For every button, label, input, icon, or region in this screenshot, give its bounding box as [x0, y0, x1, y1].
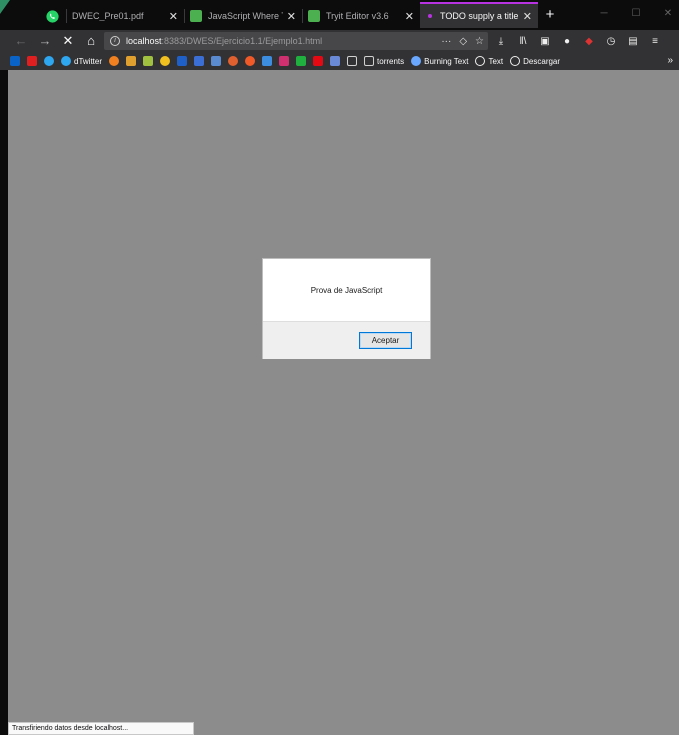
sidebar-icon[interactable]: ▣ — [538, 36, 552, 47]
n-app-icon[interactable] — [177, 56, 188, 66]
downloads-icon[interactable]: ⤓ — [494, 36, 508, 47]
tab-title: TODO supply a title — [440, 11, 519, 21]
close-icon[interactable]: ✕ — [523, 10, 532, 23]
outlook-icon[interactable] — [10, 56, 20, 66]
yellow-app-icon[interactable] — [160, 56, 171, 66]
history-icon[interactable]: ◷ — [604, 36, 618, 47]
url-host: localhost — [126, 36, 162, 46]
home-button[interactable]: ⌂ — [82, 32, 100, 50]
forward-button[interactable]: → — [36, 32, 54, 50]
pink-app-icon[interactable] — [279, 56, 290, 66]
whatsapp-icon — [45, 9, 59, 23]
bookmark-label: dTwitter — [74, 56, 103, 66]
tab-todo-active[interactable]: TODO supply a title ✕ — [420, 2, 538, 28]
w3schools-icon — [190, 10, 202, 22]
library-icon[interactable]: ‖\ — [516, 36, 530, 47]
url-path: :8383/DWES/Ejercicio1.1/Ejemplo1.html — [161, 36, 323, 46]
account-icon[interactable]: ● — [560, 36, 574, 47]
address-bar[interactable]: i localhost:8383/DWES/Ejercicio1.1/Ejemp… — [104, 32, 488, 50]
tab-tryit-editor[interactable]: Tryit Editor v3.6 ✕ — [302, 4, 420, 28]
tab-whatsapp[interactable] — [38, 4, 66, 28]
bookmark-burning-text[interactable]: Burning Text — [411, 56, 468, 66]
bookmarks-toolbar: dTwitter torrents Burning Text Text Desc… — [0, 52, 679, 70]
pocket-icon[interactable]: ◇ — [459, 36, 467, 47]
orange-circle-icon[interactable] — [245, 56, 256, 66]
corner-decoration — [0, 0, 10, 14]
bookmark-label: Descargar — [523, 56, 561, 66]
alert-message: Prova de JavaScript — [310, 285, 383, 295]
bookmark-label: Burning Text — [424, 56, 469, 66]
netflix-icon[interactable] — [313, 56, 324, 66]
orange-icon[interactable] — [109, 56, 120, 66]
bookmark-descargar[interactable]: Descargar — [510, 56, 560, 66]
page-actions-icon[interactable]: ··· — [441, 36, 451, 47]
site-info-icon[interactable]: i — [110, 36, 120, 46]
edit-app-icon[interactable] — [211, 56, 222, 66]
youtube-icon[interactable] — [27, 56, 37, 66]
github-icon — [61, 56, 71, 66]
bookmark-text[interactable]: Text — [475, 56, 503, 66]
tab-title: JavaScript Where To — [208, 11, 283, 21]
blue-app-icon[interactable] — [262, 56, 273, 66]
window-edge — [0, 70, 8, 735]
doc-app-icon[interactable] — [194, 56, 205, 66]
chevron-right-icon[interactable]: » — [667, 52, 673, 70]
bookmark-label: torrents — [377, 56, 405, 66]
close-icon[interactable]: ✕ — [169, 10, 178, 23]
maximize-button[interactable]: ☐ — [624, 6, 648, 22]
bookmark-label: Text — [488, 56, 504, 66]
page-content: Prova de JavaScript Aceptar — [8, 70, 679, 735]
loading-dot-icon — [428, 14, 432, 18]
game-app-icon[interactable] — [330, 56, 341, 66]
w3schools-icon — [308, 10, 320, 22]
reader-view-icon[interactable]: ▤ — [626, 36, 640, 47]
l-app-icon[interactable] — [296, 56, 307, 66]
navigation-bar: ← → ✕ ⌂ i localhost:8383/DWES/Ejercicio1… — [0, 30, 679, 52]
alert-footer: Aceptar — [263, 321, 430, 359]
tab-title: Tryit Editor v3.6 — [326, 11, 389, 21]
tab-dwec-pdf[interactable]: DWEC_Pre01.pdf ✕ — [66, 4, 184, 28]
menu-icon[interactable]: ≡ — [648, 36, 662, 47]
tab-strip: DWEC_Pre01.pdf ✕ JavaScript Where To ✕ T… — [0, 0, 679, 30]
close-icon[interactable]: ✕ — [405, 10, 414, 23]
twitter-icon[interactable] — [44, 56, 54, 66]
burning-text-icon — [411, 56, 422, 66]
close-icon[interactable]: ✕ — [287, 10, 296, 23]
globe-icon — [510, 56, 521, 66]
stop-button[interactable]: ✕ — [59, 32, 77, 50]
folder-icon[interactable] — [347, 56, 358, 66]
ublock-icon[interactable]: ◆ — [582, 36, 596, 47]
accept-button[interactable]: Aceptar — [359, 332, 412, 349]
fruit-app-icon[interactable] — [228, 56, 239, 66]
globe-icon — [475, 56, 486, 66]
tab-title: DWEC_Pre01.pdf — [72, 11, 144, 21]
minimize-button[interactable]: ─ — [592, 6, 616, 22]
status-bar: Transfiriendo datos desde localhost... — [8, 722, 194, 735]
colorful-app-icon[interactable] — [126, 56, 137, 66]
bookmark-torrents[interactable]: torrents — [364, 56, 404, 66]
back-button[interactable]: ← — [12, 32, 30, 50]
photo-app-icon[interactable] — [143, 56, 154, 66]
close-window-button[interactable]: ✕ — [656, 6, 679, 22]
new-tab-button[interactable]: + — [540, 4, 560, 26]
folder-icon — [364, 56, 375, 66]
tab-javascript-where-to[interactable]: JavaScript Where To ✕ — [184, 4, 302, 28]
bookmark-star-icon[interactable]: ☆ — [475, 36, 484, 47]
bookmark-dtwitter[interactable]: dTwitter — [61, 56, 102, 66]
alert-dialog: Prova de JavaScript Aceptar — [262, 258, 431, 359]
